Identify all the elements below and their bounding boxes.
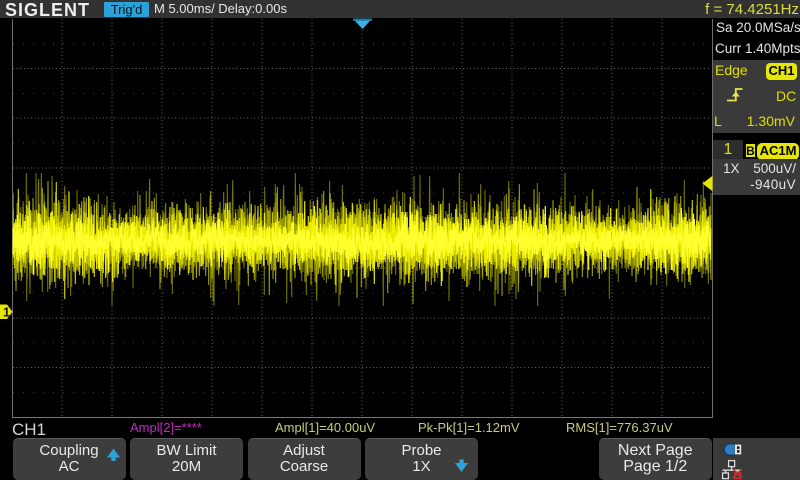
svg-text:1: 1 [3, 306, 10, 320]
